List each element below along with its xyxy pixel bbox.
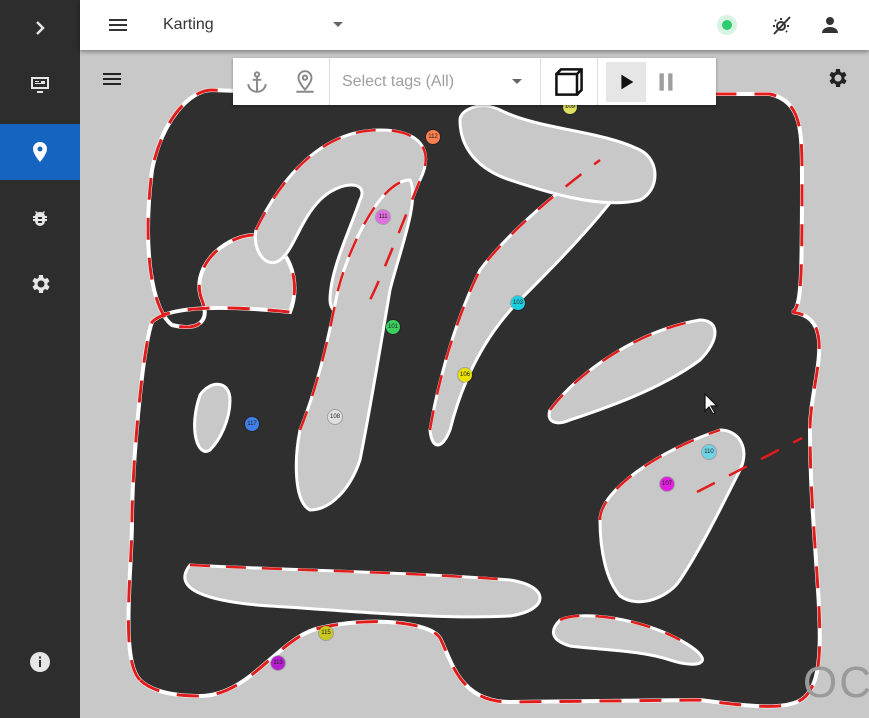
tag-marker[interactable]: 112 <box>426 130 440 144</box>
map-settings-button[interactable] <box>825 66 849 90</box>
hamburger-icon <box>103 73 121 85</box>
tag-marker[interactable]: 101 <box>386 320 400 334</box>
monitor-icon <box>31 77 49 93</box>
nav-debug[interactable] <box>0 190 80 246</box>
chevron-right-icon <box>36 21 45 35</box>
tag-label: 113 <box>273 660 283 666</box>
hamburger-icon <box>109 19 127 31</box>
gear-icon <box>829 69 847 87</box>
tag-marker[interactable]: 115 <box>319 626 333 640</box>
nav-info[interactable] <box>0 634 80 690</box>
watermark-logo: OC <box>803 658 869 707</box>
mouse-cursor-icon <box>704 393 719 415</box>
tag-marker[interactable]: 103 <box>511 296 525 310</box>
tags-select-placeholder: Select tags (All) <box>342 73 455 90</box>
tag-label: 101 <box>387 324 398 330</box>
person-icon <box>822 17 838 33</box>
pause-icon <box>659 72 673 91</box>
expand-rail-button[interactable] <box>0 0 80 56</box>
anchor-tool-button[interactable] <box>233 58 281 105</box>
tag-label: 111 <box>378 214 388 220</box>
connection-status-icon <box>717 15 737 35</box>
sun-moon-toggle-button[interactable] <box>770 13 794 37</box>
chevron-down-icon <box>333 22 343 27</box>
track-map[interactable]: 112 111 101 103 106 108 117 110 107 115 … <box>80 50 869 718</box>
nav-monitor[interactable] <box>0 57 80 113</box>
map-marker-icon <box>296 69 314 93</box>
toolbar-divider <box>597 58 598 105</box>
site-select-value: Karting <box>163 16 214 33</box>
main-menu-button[interactable] <box>106 13 130 37</box>
tag-label: 115 <box>321 630 331 636</box>
tag-marker[interactable]: 106 <box>458 368 472 382</box>
account-button[interactable] <box>818 13 842 37</box>
tag-label: 117 <box>247 421 257 427</box>
track-layout <box>80 50 869 718</box>
tag-label: 106 <box>459 372 470 378</box>
site-select[interactable]: Karting <box>163 8 343 42</box>
tag-label: 112 <box>428 134 438 140</box>
tag-label: 108 <box>329 414 340 420</box>
anchor-icon <box>247 70 267 93</box>
play-button[interactable] <box>606 61 646 102</box>
tag-label: 110 <box>704 449 714 455</box>
tag-marker[interactable]: 108 <box>328 410 342 424</box>
tag-label: 103 <box>512 300 523 306</box>
play-icon <box>621 74 634 89</box>
tag-marker[interactable]: 117 <box>245 417 259 431</box>
nav-map[interactable] <box>0 124 80 180</box>
map-toolbar: Select tags (All) <box>233 58 716 105</box>
info-icon <box>30 652 50 672</box>
bug-icon <box>33 211 47 226</box>
tag-marker[interactable]: 113 <box>271 656 285 670</box>
3d-view-button[interactable] <box>541 58 597 105</box>
nav-settings[interactable] <box>0 256 80 312</box>
theme-toggle-icon <box>773 16 791 35</box>
top-app-bar: Karting <box>80 0 869 50</box>
tag-marker[interactable]: 107 <box>660 477 674 491</box>
chevron-down-icon <box>512 79 522 84</box>
tag-label: 107 <box>661 481 672 487</box>
tags-select[interactable]: Select tags (All) <box>330 58 540 105</box>
map-menu-button[interactable] <box>100 67 124 91</box>
cube-icon <box>555 67 583 96</box>
gear-icon <box>32 275 50 293</box>
tag-marker[interactable]: 110 <box>702 445 716 459</box>
tag-marker[interactable]: 111 <box>376 210 390 224</box>
map-pin-icon <box>33 142 47 162</box>
pause-button[interactable] <box>646 58 686 105</box>
nav-rail <box>0 0 80 718</box>
zone-tool-button[interactable] <box>281 58 329 105</box>
